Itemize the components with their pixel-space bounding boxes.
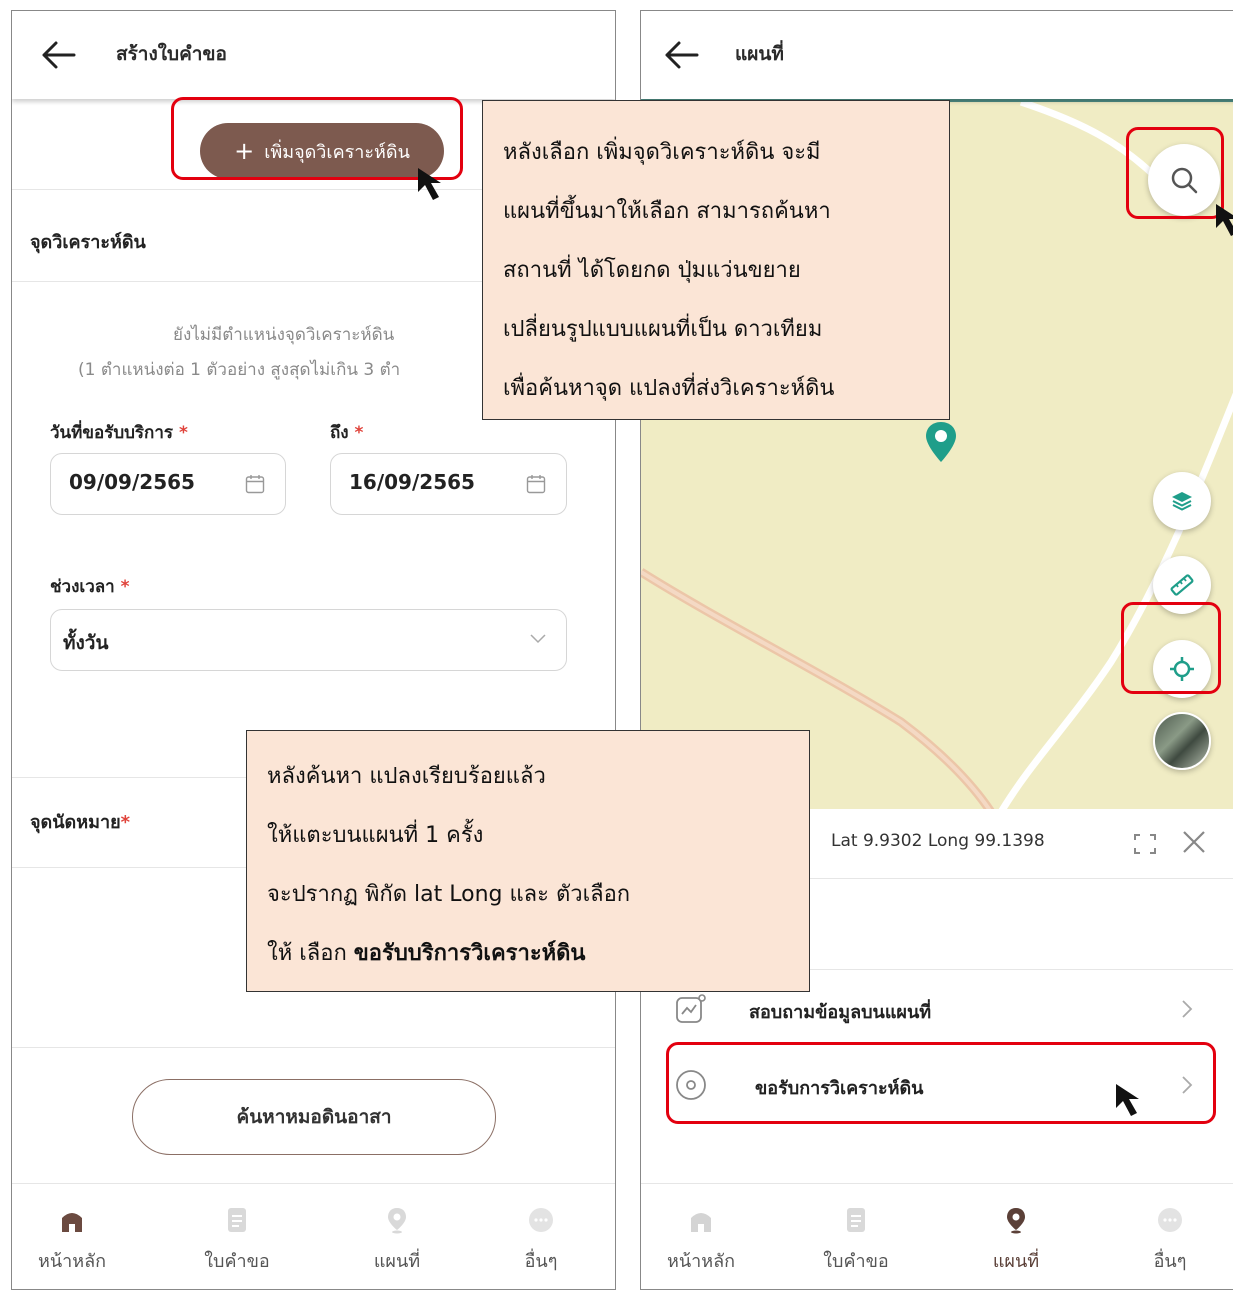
- tab-label: หน้าหลัก: [666, 1251, 736, 1272]
- map-pin-icon: [1007, 1208, 1025, 1234]
- time-select[interactable]: ทั้งวัน: [50, 609, 567, 671]
- tab-label: ใบคำขอ: [823, 1251, 889, 1272]
- callout-final-bold: ขอรับบริการวิเคราะห์ดิน: [353, 941, 586, 966]
- date-from-label: วันที่ขอรับบริการ *: [50, 419, 188, 446]
- tab-more[interactable]: อื่นๆ: [486, 1206, 596, 1275]
- cursor-arrow-icon: [1216, 204, 1233, 236]
- calendar-icon[interactable]: [245, 474, 265, 494]
- required-mark: *: [120, 577, 130, 597]
- chevron-right-icon: [1182, 1000, 1193, 1018]
- close-icon[interactable]: [1181, 829, 1207, 855]
- page-title: แผนที่: [735, 43, 784, 65]
- analysis-section-title: จุดวิเคราะห์ดิน: [30, 232, 146, 253]
- calendar-icon[interactable]: [526, 474, 546, 494]
- callout-line: ให้แตะบนแผนที่ 1 ครั้ง: [267, 823, 484, 848]
- expand-icon[interactable]: [1133, 833, 1157, 855]
- tab-requests[interactable]: ใบคำขอ: [801, 1206, 911, 1275]
- bottom-tab-bar: หน้าหลัก ใบคำขอ แผนที่ อื่นๆ: [12, 1183, 615, 1289]
- time-label: ช่วงเวลา *: [50, 573, 130, 600]
- tab-label: หน้าหลัก: [37, 1251, 107, 1272]
- location-marker-icon[interactable]: [924, 420, 958, 464]
- tab-home[interactable]: หน้าหลัก: [17, 1206, 127, 1275]
- tab-label: ใบคำขอ: [204, 1251, 270, 1272]
- highlight-search-button: [1126, 127, 1224, 219]
- search-soil-doctor-button[interactable]: ค้นหาหมอดินอาสา: [132, 1079, 496, 1155]
- back-arrow-icon[interactable]: [661, 37, 701, 73]
- chart-icon: [676, 994, 706, 1023]
- date-from-field[interactable]: 09/09/2565: [50, 453, 286, 515]
- callout-line-final: ให้ เลือก ขอรับบริการวิเคราะห์ดิน: [267, 924, 809, 983]
- tab-label: แผนที่: [992, 1251, 1040, 1272]
- callout-line: จะปรากฏ พิกัด lat Long และ ตัวเลือก: [267, 882, 631, 907]
- date-from-value: 09/09/2565: [69, 470, 195, 494]
- divider: [12, 1047, 615, 1048]
- tab-label: แผนที่: [373, 1251, 421, 1272]
- empty-message-line1: ยังไม่มีตำแหน่งจุดวิเคราะห์ดิน: [173, 325, 395, 345]
- tab-home[interactable]: หน้าหลัก: [646, 1206, 756, 1275]
- date-to-label: ถึง *: [330, 419, 363, 446]
- tab-label: อื่นๆ: [524, 1251, 558, 1272]
- required-mark: *: [354, 423, 364, 443]
- date-to-value: 16/09/2565: [349, 470, 475, 494]
- callout-final-prefix: ให้ เลือก: [267, 941, 354, 966]
- cursor-arrow-icon: [418, 168, 441, 200]
- tab-map[interactable]: แผนที่: [961, 1206, 1071, 1275]
- callout-line: แผนที่ขึ้นมาให้เลือก สามารถค้นหา: [503, 199, 831, 224]
- ruler-icon: [1170, 574, 1194, 596]
- callout-line: สถานที่ ได้โดยกด ปุ่มแว่นขยาย: [503, 258, 801, 283]
- map-pin-icon: [388, 1208, 406, 1234]
- more-icon: [529, 1208, 553, 1232]
- more-icon: [1158, 1208, 1182, 1232]
- date-to-field[interactable]: 16/09/2565: [330, 453, 567, 515]
- appointment-label-text: จุดนัดหมาย: [30, 812, 121, 833]
- chevron-down-icon: [530, 634, 546, 644]
- bottom-tab-bar: หน้าหลัก ใบคำขอ แผนที่ อื่นๆ: [641, 1183, 1233, 1289]
- app-bar: สร้างใบคำขอ: [12, 11, 615, 99]
- coordinates-text: Lat 9.9302 Long 99.1398: [831, 831, 1045, 851]
- appointment-label: จุดนัดหมาย*: [30, 807, 130, 836]
- tab-map[interactable]: แผนที่: [342, 1206, 452, 1275]
- callout-line: หลังเลือก เพิ่มจุดวิเคราะห์ดิน จะมี: [503, 140, 821, 165]
- map-instruction-callout: หลังเลือก เพิ่มจุดวิเคราะห์ดิน จะมี แผนท…: [482, 100, 950, 420]
- app-bar: แผนที่: [641, 11, 1233, 99]
- callout-line: เพื่อค้นหาจุด แปลงที่ส่งวิเคราะห์ดิน: [503, 376, 835, 401]
- cursor-arrow-icon: [1116, 1084, 1139, 1116]
- satellite-view-thumbnail[interactable]: [1153, 712, 1211, 770]
- select-instruction-callout: หลังค้นหา แปลงเรียบร้อยแล้ว ให้แตะบนแผนท…: [246, 730, 810, 992]
- time-select-value: ทั้งวัน: [63, 632, 109, 654]
- home-icon: [691, 1213, 711, 1232]
- tab-label: อื่นๆ: [1153, 1251, 1187, 1272]
- date-to-label-text: ถึง: [330, 423, 349, 443]
- back-arrow-icon[interactable]: [38, 37, 78, 73]
- document-icon: [228, 1208, 246, 1232]
- date-from-label-text: วันที่ขอรับบริการ: [50, 423, 174, 443]
- required-mark: *: [120, 812, 131, 833]
- tab-requests[interactable]: ใบคำขอ: [182, 1206, 292, 1275]
- page-title: สร้างใบคำขอ: [116, 43, 227, 65]
- highlight-location-button: [1121, 602, 1221, 694]
- document-icon: [847, 1208, 865, 1232]
- callout-line: หลังค้นหา แปลงเรียบร้อยแล้ว: [267, 764, 546, 789]
- menu-item-label: สอบถามข้อมูลบนแผนที่: [749, 1002, 932, 1023]
- tab-more[interactable]: อื่นๆ: [1115, 1206, 1225, 1275]
- empty-message-line2: (1 ตำแหน่งต่อ 1 ตัวอย่าง สูงสุดไม่เกิน 3…: [78, 360, 401, 380]
- map-layers-button[interactable]: [1153, 472, 1211, 530]
- required-mark: *: [178, 423, 188, 443]
- layers-icon: [1172, 492, 1192, 511]
- callout-line: เปลี่ยนรูปแบบแผนที่เป็น ดาวเทียม: [503, 317, 823, 342]
- time-label-text: ช่วงเวลา: [50, 577, 115, 597]
- home-icon: [62, 1213, 82, 1232]
